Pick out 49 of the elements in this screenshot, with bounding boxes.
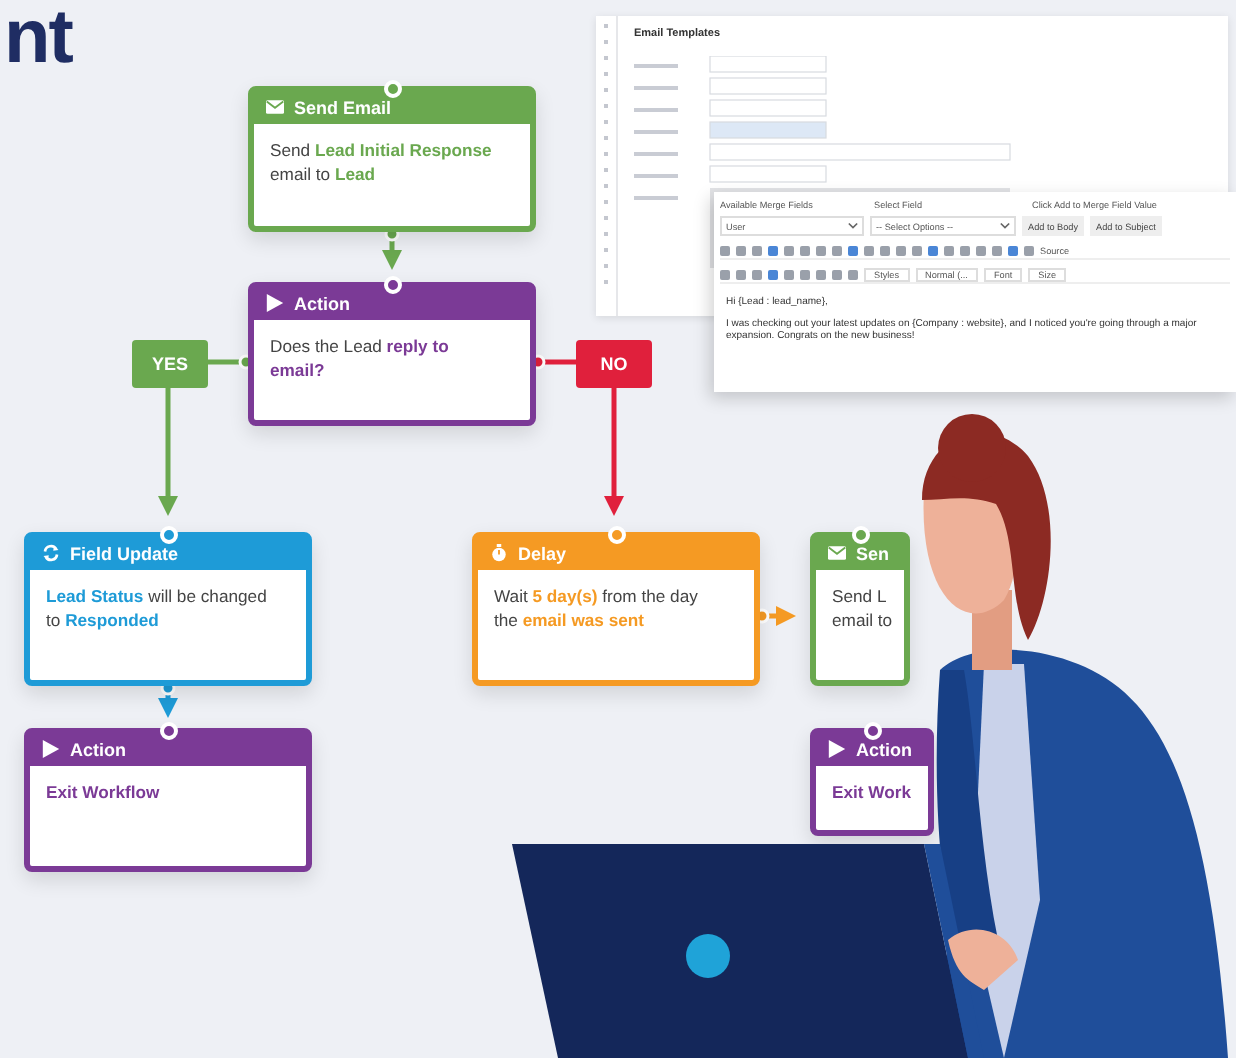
connector-dot xyxy=(384,276,402,294)
node-title: Sen xyxy=(856,543,890,563)
workflow-node[interactable]: Delay Wait 5 day(s) from the day the email was sent xyxy=(472,532,760,686)
node-text: Wait 5 day(s) from the day xyxy=(494,586,698,610)
workflow-node[interactable]: Sen Send L email to xyxy=(810,532,910,686)
refresh-icon xyxy=(42,544,60,562)
node-title: Field Update xyxy=(70,543,179,563)
node-title: Action xyxy=(70,739,126,759)
node-text: email to xyxy=(832,609,893,633)
envelope-icon xyxy=(266,98,284,116)
connector-dot xyxy=(852,526,870,544)
node-title: Action xyxy=(856,739,912,759)
connector-dot xyxy=(384,80,402,98)
arrow-connector xyxy=(158,388,178,516)
workflow-node[interactable]: Action Does the Lead reply to email? xyxy=(248,282,536,426)
workflow-node[interactable]: Action Exit Work xyxy=(810,728,934,836)
stopwatch-icon xyxy=(490,544,508,562)
node-text: to Responded xyxy=(46,609,159,633)
connector-dot xyxy=(160,526,178,544)
branch-label: YES xyxy=(132,340,208,388)
arrow-connector xyxy=(158,680,178,718)
play-icon xyxy=(266,294,284,312)
hand-drawing xyxy=(948,929,1018,990)
page-heading: nt xyxy=(4,0,72,76)
node-text: Exit Work xyxy=(832,782,911,806)
connector-dot xyxy=(608,526,626,544)
workflow-node[interactable]: Action Exit Workflow xyxy=(24,728,312,872)
node-text: the email was sent xyxy=(494,609,645,633)
node-text: email? xyxy=(270,359,325,383)
envelope-icon xyxy=(828,544,846,562)
node-text: Send Lead Initial Response xyxy=(270,140,492,164)
node-text: Send L xyxy=(832,586,887,610)
branch-label: NO xyxy=(576,340,652,388)
play-icon xyxy=(828,740,846,758)
arrow-connector xyxy=(604,388,624,516)
chevron-down-icon xyxy=(848,222,858,230)
node-text: Lead Status will be changed xyxy=(46,586,267,610)
node-text: Exit Workflow xyxy=(46,782,160,806)
node-text: Does the Lead reply to xyxy=(270,336,449,360)
node-title: Delay xyxy=(518,543,567,563)
connector-dot xyxy=(160,722,178,740)
node-title: Action xyxy=(294,293,350,313)
chevron-down-icon xyxy=(1000,222,1010,230)
play-icon xyxy=(42,740,60,758)
workflow-node[interactable]: Send Email Send Lead Initial Response email to Lead xyxy=(248,86,536,232)
node-text: email to Lead xyxy=(270,163,376,187)
workflow-node[interactable]: Field Update Lead Status will be changed to Responded xyxy=(24,532,312,686)
node-title: Send Email xyxy=(294,97,392,117)
connector-dot xyxy=(864,722,882,740)
